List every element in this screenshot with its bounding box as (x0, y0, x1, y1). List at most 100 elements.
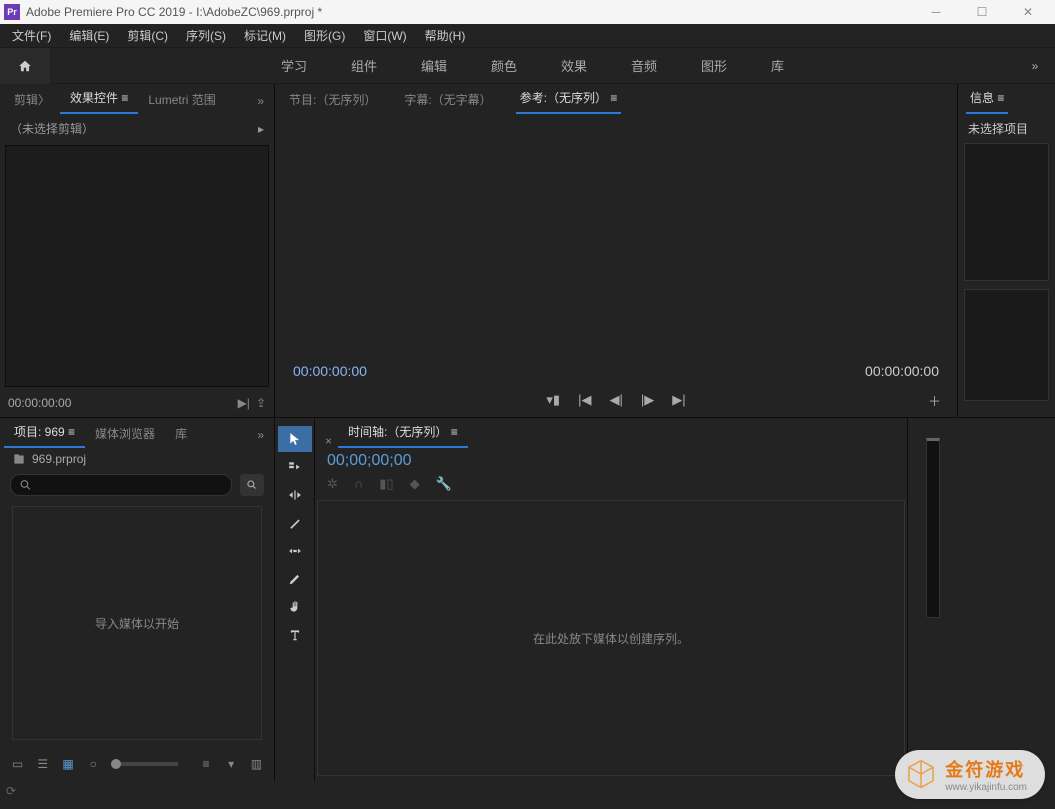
program-timecode-right: 00:00:00:00 (865, 363, 939, 379)
workspace-tab-color[interactable]: 颜色 (475, 50, 533, 81)
tab-reference[interactable]: 参考:（无序列） ≡ (516, 83, 622, 114)
toggle-loop-icon[interactable]: ▶| (238, 396, 250, 410)
sort-dropdown-icon[interactable]: ▾ (224, 755, 239, 773)
home-button[interactable] (0, 48, 50, 84)
cursor-icon (288, 432, 302, 446)
project-search-input[interactable] (32, 478, 223, 492)
audio-meter-bar[interactable] (926, 438, 940, 618)
app-icon: Pr (4, 4, 20, 20)
menu-sequence[interactable]: 序列(S) (178, 25, 234, 46)
no-clip-label: （未选择剪辑） (10, 120, 94, 137)
timeline-close-icon[interactable]: × (325, 434, 332, 448)
workspace-more[interactable]: » (1015, 59, 1055, 73)
program-transport: ▾▮ |◀ ◀| |▶ ▶| ＋ (275, 383, 957, 417)
tab-program[interactable]: 节目:（无序列） (285, 85, 380, 114)
project-footer: ▭ ☰ ▦ ○ ≡ ▾ ▥ (0, 746, 274, 782)
icon-view-icon[interactable]: ▦ (60, 755, 75, 773)
panel-tabs-more[interactable]: » (251, 88, 270, 114)
program-timecode-left[interactable]: 00:00:00:00 (293, 363, 367, 379)
workspace-tab-library[interactable]: 库 (755, 50, 800, 81)
workspace-tab-edit[interactable]: 编辑 (405, 50, 463, 81)
timeline-empty-label: 在此处放下媒体以创建序列。 (533, 630, 689, 647)
selection-tool[interactable] (278, 426, 312, 452)
effect-controls-viewport[interactable] (5, 145, 269, 387)
go-to-in-icon[interactable]: |◀ (578, 392, 591, 408)
workspace-tab-audio[interactable]: 音频 (615, 50, 673, 81)
right-sidebar: 信息 ≡ 未选择项目 效果 基本图形 基本声音 Lumetri 颜色 元数据 标… (958, 84, 1055, 417)
menu-file[interactable]: 文件(F) (4, 25, 59, 46)
automate-to-sequence-icon[interactable]: ▥ (249, 755, 264, 773)
button-editor-icon[interactable]: ＋ (928, 391, 941, 410)
window-title: Adobe Premiere Pro CC 2019 - I:\AdobeZC\… (26, 5, 913, 19)
watermark-url: www.yikajinfu.com (945, 782, 1027, 793)
menu-clip[interactable]: 剪辑(C) (119, 25, 176, 46)
tab-library[interactable]: 库 (165, 419, 197, 448)
pen-tool[interactable] (278, 566, 312, 592)
source-timecode: 00:00:00:00 (8, 396, 71, 410)
project-zoom-slider[interactable] (111, 762, 179, 766)
tab-timeline[interactable]: 时间轴:（无序列） ≡ (338, 417, 468, 448)
snap-icon[interactable]: ∩ (354, 476, 363, 492)
linked-selection-icon[interactable]: ▮▯ (379, 476, 393, 492)
program-monitor-panel: 节目:（无序列） 字幕:（无字幕） 参考:（无序列） ≡ 00:00:00:00… (275, 84, 958, 417)
insert-mode-icon[interactable]: ✲ (327, 476, 338, 492)
tab-effect-controls[interactable]: 效果控件 ≡ (60, 83, 138, 114)
export-frame-icon[interactable]: ⇪ (256, 396, 266, 410)
tab-lumetri-scopes[interactable]: Lumetri 范围 (138, 85, 225, 114)
tab-captions[interactable]: 字幕:（无字幕） (400, 85, 495, 114)
marker-add-icon[interactable]: ◆ (410, 476, 420, 492)
project-search-bin-button[interactable] (240, 474, 264, 496)
step-forward-icon[interactable]: |▶ (641, 392, 654, 408)
tab-reference-label: 参考:（无序列） (520, 91, 607, 105)
project-filename-row: 969.prproj (0, 448, 274, 470)
menu-window[interactable]: 窗口(W) (355, 25, 414, 46)
minimize-button[interactable]: ─ (913, 0, 959, 24)
program-viewport[interactable]: 00:00:00:00 00:00:00:00 (275, 114, 957, 383)
go-to-out-icon[interactable]: ▶| (672, 392, 685, 408)
workspace-tab-assembly[interactable]: 组件 (335, 50, 393, 81)
project-bin-area[interactable]: 导入媒体以开始 (12, 506, 262, 740)
project-writable-icon[interactable]: ▭ (10, 755, 25, 773)
info-preview-box-2 (964, 289, 1049, 401)
menu-graphics[interactable]: 图形(G) (296, 25, 353, 46)
tab-media-browser[interactable]: 媒体浏览器 (85, 419, 165, 448)
step-back-icon[interactable]: ◀| (609, 392, 622, 408)
audio-meter-panel (908, 418, 958, 782)
sort-icon[interactable]: ≡ (198, 755, 213, 773)
maximize-button[interactable]: ☐ (959, 0, 1005, 24)
track-select-tool[interactable] (278, 454, 312, 480)
type-tool[interactable] (278, 622, 312, 648)
tools-panel (275, 418, 315, 782)
timeline-drop-area[interactable]: 在此处放下媒体以创建序列。 (317, 500, 905, 776)
info-no-selection: 未选择项目 (958, 114, 1055, 143)
workspace-tab-effects[interactable]: 效果 (545, 50, 603, 81)
slip-tool[interactable] (278, 538, 312, 564)
titlebar: Pr Adobe Premiere Pro CC 2019 - I:\Adobe… (0, 0, 1055, 24)
tab-project-label: 项目: 969 (14, 425, 65, 439)
watermark: 金符游戏 www.yikajinfu.com (895, 750, 1045, 799)
tab-effect-controls-label: 效果控件 (70, 91, 118, 105)
menu-edit[interactable]: 编辑(E) (61, 25, 117, 46)
timeline-settings-icon[interactable]: 🔧 (436, 476, 452, 492)
chevron-right-icon[interactable]: ▸ (258, 122, 264, 136)
project-tabs-more[interactable]: » (251, 422, 270, 448)
freeform-view-icon[interactable]: ○ (86, 755, 101, 773)
home-icon (18, 59, 32, 73)
pen-icon (288, 572, 302, 586)
menu-help[interactable]: 帮助(H) (417, 25, 474, 46)
tab-project[interactable]: 项目: 969 ≡ (4, 417, 85, 448)
close-button[interactable]: ✕ (1005, 0, 1051, 24)
workspace-tab-graphics[interactable]: 图形 (685, 50, 743, 81)
add-marker-icon[interactable]: ▾▮ (546, 392, 560, 408)
menu-marker[interactable]: 标记(M) (236, 25, 294, 46)
hand-tool[interactable] (278, 594, 312, 620)
project-search[interactable] (10, 474, 232, 496)
ripple-edit-tool[interactable] (278, 482, 312, 508)
razor-tool[interactable] (278, 510, 312, 536)
timeline-timecode[interactable]: 00;00;00;00 (315, 448, 907, 474)
list-view-icon[interactable]: ☰ (35, 755, 50, 773)
workspace-tab-learn[interactable]: 学习 (265, 50, 323, 81)
sync-icon[interactable]: ⟳ (6, 784, 16, 798)
tab-info[interactable]: 信息 ≡ (966, 83, 1008, 114)
tab-source-clip[interactable]: 剪辑〉 (4, 85, 60, 114)
